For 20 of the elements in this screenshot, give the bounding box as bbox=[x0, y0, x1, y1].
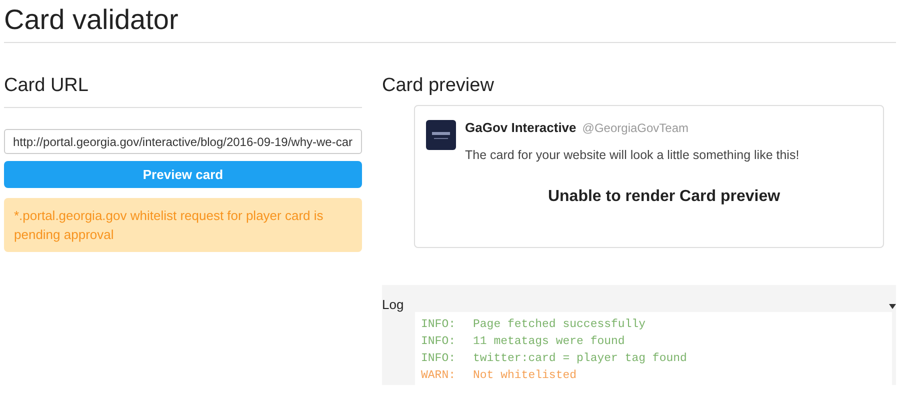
warning-alert: *.portal.georgia.gov whitelist request for player card is pending approval bbox=[4, 198, 362, 252]
log-level: INFO: bbox=[421, 351, 457, 367]
log-label: Log bbox=[382, 297, 404, 312]
log-message: 11 metatags were found bbox=[473, 335, 625, 348]
tweet-text: The card for your website will look a little something like this! bbox=[465, 148, 800, 162]
log-message: Not whitelisted bbox=[473, 369, 577, 382]
account-handle: @GeorgiaGovTeam bbox=[582, 121, 689, 135]
log-level: INFO: bbox=[421, 334, 457, 350]
page-title: Card validator bbox=[4, 0, 896, 43]
log-level: INFO: bbox=[421, 317, 457, 333]
section-heading: Card preview bbox=[382, 75, 495, 98]
section-heading: Card URL bbox=[4, 75, 362, 108]
log-level: WARN: bbox=[421, 368, 457, 384]
account-name: GaGov Interactive bbox=[465, 120, 576, 135]
log-message: twitter:card = player tag found bbox=[473, 352, 687, 365]
log-message: Page fetched successfully bbox=[473, 318, 646, 331]
logo-icon bbox=[426, 120, 456, 150]
url-field[interactable]: http://portal.georgia.gov/interactive/blog/2016-09-19/why-we-car bbox=[4, 129, 362, 154]
caret-icon[interactable] bbox=[889, 304, 896, 309]
render-error-message: Unable to render Card preview bbox=[546, 188, 782, 206]
